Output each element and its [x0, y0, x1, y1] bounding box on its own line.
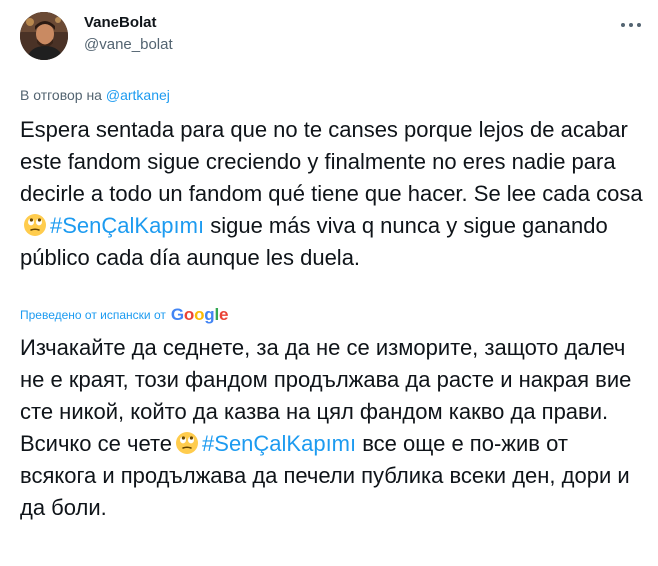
author-block[interactable]: VaneBolat @vane_bolat [84, 13, 173, 55]
translation-attribution[interactable]: Преведено от испански от Google [20, 306, 228, 324]
hashtag-link[interactable]: #SenÇalKapımı [202, 431, 356, 456]
google-logo: Google [170, 305, 229, 324]
original-text-part1: Espera sentada para que no te canses por… [20, 117, 643, 206]
author-name[interactable]: VaneBolat [84, 13, 173, 33]
reply-context: В отговор на @artkanej [20, 86, 170, 104]
translated-note[interactable]: Преведено от испански от [20, 306, 166, 324]
avatar[interactable] [20, 12, 68, 60]
face-with-rolling-eyes-icon [24, 214, 46, 236]
reply-prefix: В отговор на [20, 87, 106, 103]
avatar-image [20, 12, 68, 60]
author-handle[interactable]: @vane_bolat [84, 35, 173, 55]
translated-text: Изчакайте да седнете, за да не се измори… [20, 332, 644, 524]
face-with-rolling-eyes-icon [176, 432, 199, 454]
tweet-card: VaneBolat @vane_bolat В отговор на @artk… [0, 0, 658, 566]
more-options-icon[interactable] [620, 20, 642, 30]
reply-handle-link[interactable]: @artkanej [106, 87, 170, 103]
hashtag-link[interactable]: #SenÇalKapımı [50, 213, 204, 238]
tweet-text: Espera sentada para que no te canses por… [20, 114, 644, 274]
